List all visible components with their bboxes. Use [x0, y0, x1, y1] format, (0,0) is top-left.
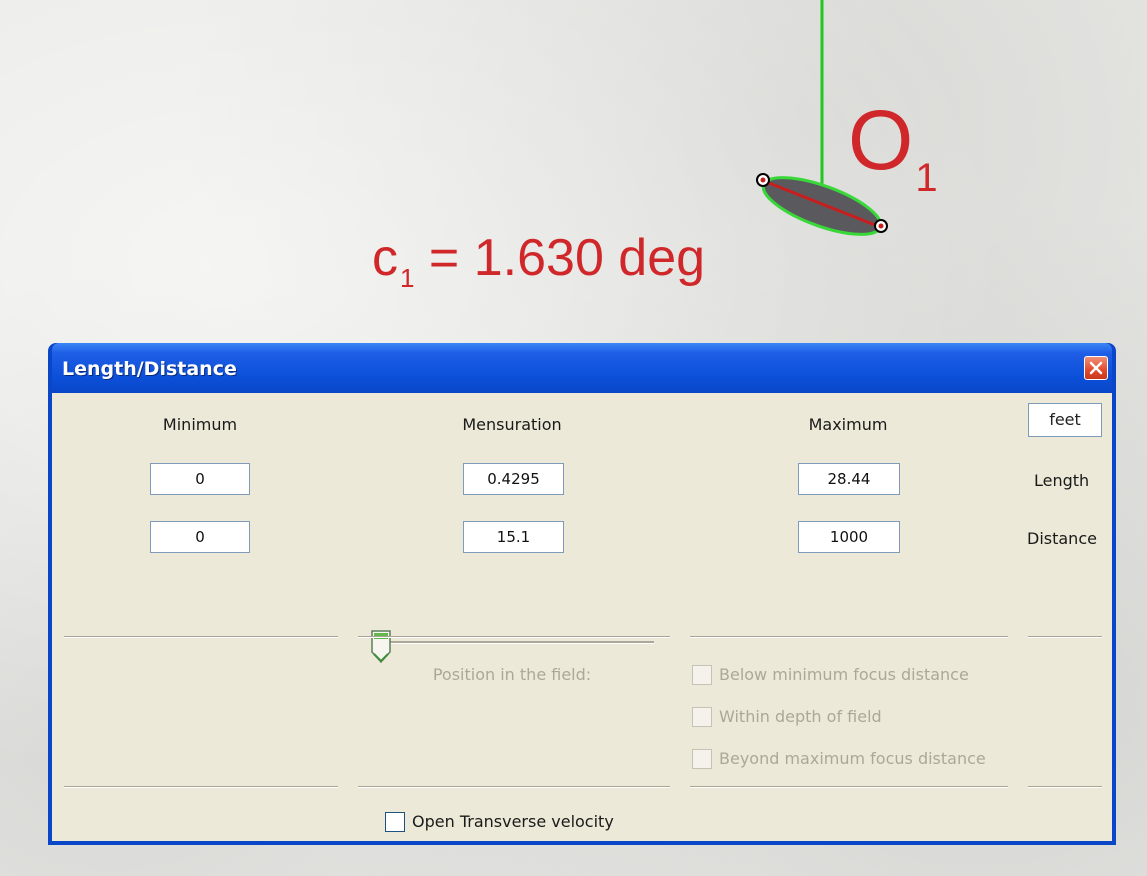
distance-maximum-input[interactable] — [798, 521, 900, 553]
separator — [1028, 636, 1102, 638]
separator — [358, 636, 670, 638]
o1-subscript: 1 — [915, 156, 938, 200]
length-distance-dialog: Length/Distance Minimum Mensuration Maxi… — [48, 343, 1116, 845]
o1-symbol: O — [848, 93, 914, 187]
length-minimum-input[interactable] — [150, 463, 250, 495]
position-in-field-label: Position in the field: — [432, 665, 592, 684]
within-depth-of-field-label: Within depth of field — [719, 707, 882, 726]
slider-track — [390, 641, 654, 644]
o1-annotation: O1 — [848, 95, 938, 223]
separator — [1028, 786, 1102, 788]
distance-mensuration-input[interactable] — [463, 521, 564, 553]
unit-selector[interactable]: feet — [1028, 403, 1102, 437]
c1-symbol: c — [372, 229, 398, 287]
beyond-max-focus-checkbox[interactable] — [692, 749, 712, 769]
column-header-minimum: Minimum — [162, 415, 238, 434]
image-scene: c1 = 1.630 deg O1 — [0, 0, 1147, 345]
distance-minimum-input[interactable] — [150, 521, 250, 553]
beyond-max-focus-label: Beyond maximum focus distance — [719, 749, 986, 768]
below-min-focus-label: Below minimum focus distance — [719, 665, 969, 684]
c1-value: = 1.630 deg — [414, 229, 706, 287]
dialog-title: Length/Distance — [62, 358, 237, 380]
distance-row-label: Distance — [1027, 529, 1097, 548]
length-maximum-input[interactable] — [798, 463, 900, 495]
column-header-mensuration: Mensuration — [462, 415, 562, 434]
below-min-focus-checkbox[interactable] — [692, 665, 712, 685]
dialog-titlebar[interactable]: Length/Distance — [52, 343, 1112, 393]
close-button[interactable] — [1084, 356, 1108, 380]
separator — [64, 636, 338, 638]
close-icon — [1089, 361, 1103, 375]
c1-subscript: 1 — [400, 263, 415, 293]
separator — [64, 786, 338, 788]
length-row-label: Length — [1034, 471, 1090, 490]
c1-annotation: c1 = 1.630 deg — [372, 228, 705, 308]
separator — [690, 636, 1008, 638]
separator — [358, 786, 670, 788]
open-transverse-velocity-checkbox[interactable] — [385, 812, 405, 832]
within-depth-of-field-checkbox[interactable] — [692, 707, 712, 727]
column-header-maximum: Maximum — [808, 415, 888, 434]
separator — [690, 786, 1008, 788]
dialog-client-area: Minimum Mensuration Maximum feet Length … — [52, 393, 1112, 841]
open-transverse-velocity-label[interactable]: Open Transverse velocity — [412, 812, 614, 831]
length-mensuration-input[interactable] — [463, 463, 564, 495]
